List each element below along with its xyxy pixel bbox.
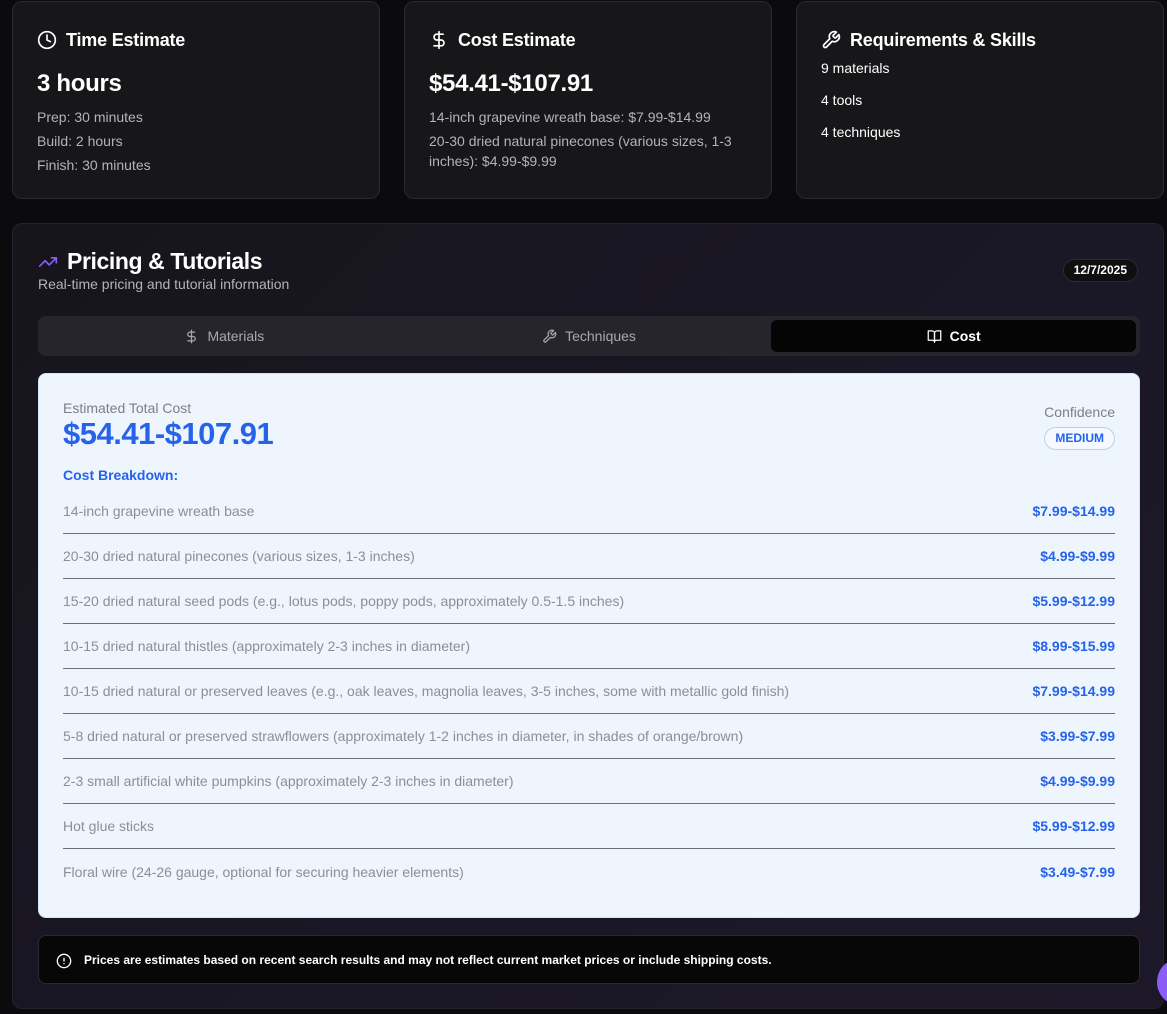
materials-count: 9 materials [821, 60, 890, 76]
tab-label: Techniques [565, 328, 636, 344]
cost-item-price: $8.99-$15.99 [1032, 638, 1115, 654]
requirements-card: Requirements & Skills 9 materials 4 tool… [796, 1, 1164, 199]
time-estimate-title: Time Estimate [66, 29, 186, 50]
cost-item-name: 14-inch grapevine wreath base [63, 503, 255, 519]
cost-item-price: $7.99-$14.99 [1032, 683, 1115, 699]
cost-item-price: $3.49-$7.99 [1040, 863, 1115, 880]
date-badge: 12/7/2025 [1062, 259, 1138, 282]
cost-estimate-total: $54.41-$107.91 [429, 70, 593, 97]
techniques-count: 4 techniques [821, 124, 901, 140]
dollar-icon [433, 30, 445, 50]
panel-title-row: Pricing & Tutorials [38, 248, 289, 275]
cost-breakdown-title: Cost Breakdown: [63, 467, 179, 483]
time-breakdown-list: Prep: 30 minutes Build: 2 hours Finish: … [37, 107, 355, 175]
tab-techniques[interactable]: Techniques [407, 320, 772, 352]
tab-list: Materials Techniques Cost [38, 316, 1140, 356]
cost-breakdown-list: 14-inch grapevine wreath base $7.99-$14.9… [63, 489, 1115, 894]
tab-materials[interactable]: Materials [42, 320, 407, 352]
cost-item-price: $4.99-$9.99 [1040, 773, 1115, 789]
cost-estimate-header: Cost Estimate [429, 28, 747, 52]
estimated-total-label: Estimated Total Cost [63, 400, 192, 416]
time-finish: Finish: 30 minutes [37, 157, 151, 173]
cost-summary-line: 20-30 dried natural pinecones (various s… [429, 133, 732, 169]
alert-circle-icon [56, 953, 72, 969]
cost-estimate-card: Cost Estimate $54.41-$107.91 14-inch gra… [404, 1, 772, 199]
requirements-list: 9 materials 4 tools 4 techniques [821, 58, 1139, 142]
clock-icon [37, 30, 57, 50]
confidence-block: Confidence MEDIUM [1044, 404, 1115, 450]
disclaimer-text: Prices are estimates based on recent sea… [84, 952, 772, 967]
cost-row: 20-30 dried natural pinecones (various s… [63, 534, 1115, 579]
cost-row: 2-3 small artificial white pumpkins (app… [63, 759, 1115, 804]
cost-item-name: 2-3 small artificial white pumpkins (app… [63, 773, 514, 789]
tab-label: Materials [207, 328, 265, 344]
cost-row: 15-20 dried natural seed pods (e.g., lot… [63, 579, 1115, 624]
time-prep: Prep: 30 minutes [37, 109, 143, 125]
cost-details-box: Estimated Total Cost $54.41-$107.91 Conf… [38, 373, 1140, 918]
cost-row: 10-15 dried natural or preserved leaves … [63, 669, 1115, 714]
cost-row: 14-inch grapevine wreath base $7.99-$14.9… [63, 489, 1115, 534]
time-estimate-header: Time Estimate [37, 28, 355, 52]
requirements-header: Requirements & Skills [821, 28, 1139, 52]
cost-item-price: $5.99-$12.99 [1032, 593, 1115, 609]
cost-item-price: $7.99-$14.99 [1032, 503, 1115, 519]
dollar-icon [187, 329, 197, 343]
cost-summary-line: 14-inch grapevine wreath base: $7.99-$14… [429, 109, 711, 125]
cost-row: 10-15 dried natural thistles (approximat… [63, 624, 1115, 669]
cost-item-price: $3.99-$7.99 [1040, 728, 1115, 744]
wrench-icon [822, 30, 841, 49]
estimated-total-value: $54.41-$107.91 [63, 416, 274, 451]
cost-estimate-title: Cost Estimate [458, 29, 576, 50]
cost-item-name: 10-15 dried natural or preserved leaves … [63, 683, 790, 699]
trending-up-icon [38, 256, 58, 267]
panel-subtitle: Real-time pricing and tutorial informati… [38, 276, 290, 292]
time-build: Build: 2 hours [37, 133, 123, 149]
cost-item-name: 10-15 dried natural thistles (approximat… [63, 638, 470, 654]
pricing-tutorials-panel: Pricing & Tutorials Real-time pricing an… [12, 223, 1164, 1009]
confidence-label: Confidence [1044, 404, 1115, 420]
panel-title: Pricing & Tutorials [67, 248, 263, 274]
tab-label: Cost [949, 328, 981, 344]
wrench-icon [543, 329, 557, 343]
tools-count: 4 tools [821, 92, 863, 108]
time-estimate-total: 3 hours [37, 70, 122, 97]
cost-item-name: Floral wire (24-26 gauge, optional for s… [63, 863, 464, 880]
panel-header: Pricing & Tutorials Real-time pricing an… [38, 248, 289, 292]
requirements-title: Requirements & Skills [850, 29, 1036, 50]
cost-item-price: $5.99-$12.99 [1032, 818, 1115, 834]
cost-row: Hot glue sticks $5.99-$12.99 [63, 804, 1115, 849]
cost-item-name: Hot glue sticks [63, 818, 155, 834]
cost-item-name: 5-8 dried natural or preserved strawflow… [63, 728, 744, 744]
cost-row: Floral wire (24-26 gauge, optional for s… [63, 849, 1115, 894]
tab-cost[interactable]: Cost [771, 320, 1137, 352]
book-open-icon [927, 329, 941, 343]
cost-item-name: 20-30 dried natural pinecones (various s… [63, 548, 415, 564]
cost-row: 5-8 dried natural or preserved strawflow… [63, 714, 1115, 759]
pricing-disclaimer: Prices are estimates based on recent sea… [38, 935, 1140, 984]
time-estimate-card: Time Estimate 3 hours Prep: 30 minutes B… [12, 1, 380, 199]
confidence-badge: MEDIUM [1044, 427, 1115, 450]
cost-item-name: 15-20 dried natural seed pods (e.g., lot… [63, 593, 625, 609]
cost-item-price: $4.99-$9.99 [1040, 548, 1115, 564]
cost-summary-list: 14-inch grapevine wreath base: $7.99-$14… [429, 107, 747, 171]
